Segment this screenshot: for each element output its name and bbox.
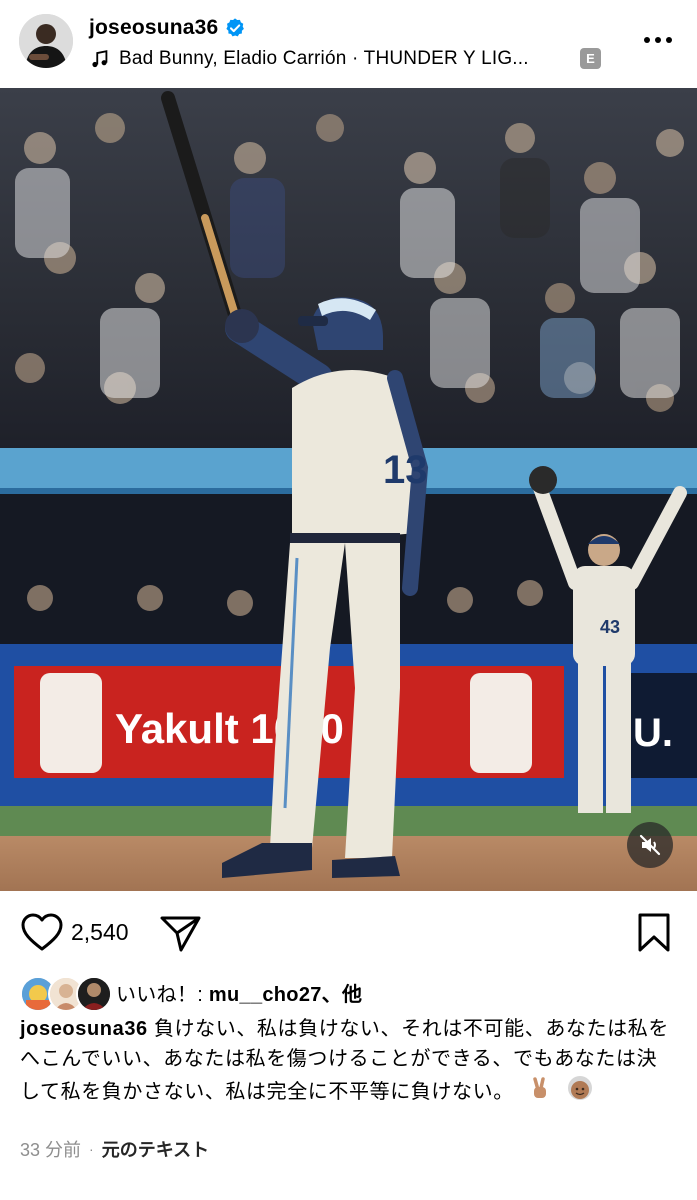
post-time: 33 分前 [20,1140,82,1160]
post-caption: joseosuna36 負けない、私は負けない、それは不可能、あなたは私をへこん… [20,1014,670,1111]
post-meta: 33 分前 · 元のテキスト [20,1136,209,1162]
background-jersey-number: 43 [600,617,620,637]
audio-track[interactable]: Bad Bunny, Eladio Carrión · THUNDER Y LI… [89,45,529,73]
more-options-button[interactable] [636,28,680,52]
speaker-muted-icon [639,834,661,856]
liked-by-user[interactable]: mu__cho27 [209,984,322,1006]
music-note-icon [92,50,108,68]
explicit-badge: E [580,48,601,69]
heart-icon[interactable] [20,913,64,953]
see-original-link[interactable]: 元のテキスト [102,1136,209,1162]
send-icon[interactable] [159,912,203,954]
post-actions: 2,540 [0,900,697,966]
instagram-post: joseosuna36 Bad Bunny, Eladio Carrión · … [0,0,697,1200]
audio-title: Bad Bunny, Eladio Carrión · THUNDER Y LI… [119,48,529,69]
victory-hand-emoji [528,1076,552,1109]
verified-badge-icon [226,18,245,37]
mute-toggle-button[interactable] [627,822,673,868]
more-horizontal-icon [644,37,672,43]
caption-username[interactable]: joseosuna36 [20,1018,148,1040]
liked-by-text: いいね！: mu__cho27、他 [116,978,362,1007]
profile-avatar[interactable] [19,14,73,68]
banner-corner-text: U. [633,711,673,755]
meta-separator: · [89,1141,94,1157]
post-photo[interactable]: Yakult 1000 U. 43 13 [0,88,697,891]
username[interactable]: joseosuna36 [89,16,218,40]
liked-by-prefix: いいね！: [116,983,209,1006]
bookmark-icon[interactable] [634,912,674,954]
liked-by-others[interactable]: 、他 [322,984,363,1006]
old-woman-emoji [566,1074,594,1111]
post-header: joseosuna36 Bad Bunny, Eladio Carrión · … [0,0,697,88]
liker-avatar [76,976,112,1012]
like-count[interactable]: 2,540 [71,919,129,946]
jersey-number: 13 [383,448,428,492]
liked-by-row[interactable]: いいね！: mu__cho27、他 [20,973,362,1012]
liker-avatars [20,974,112,1012]
